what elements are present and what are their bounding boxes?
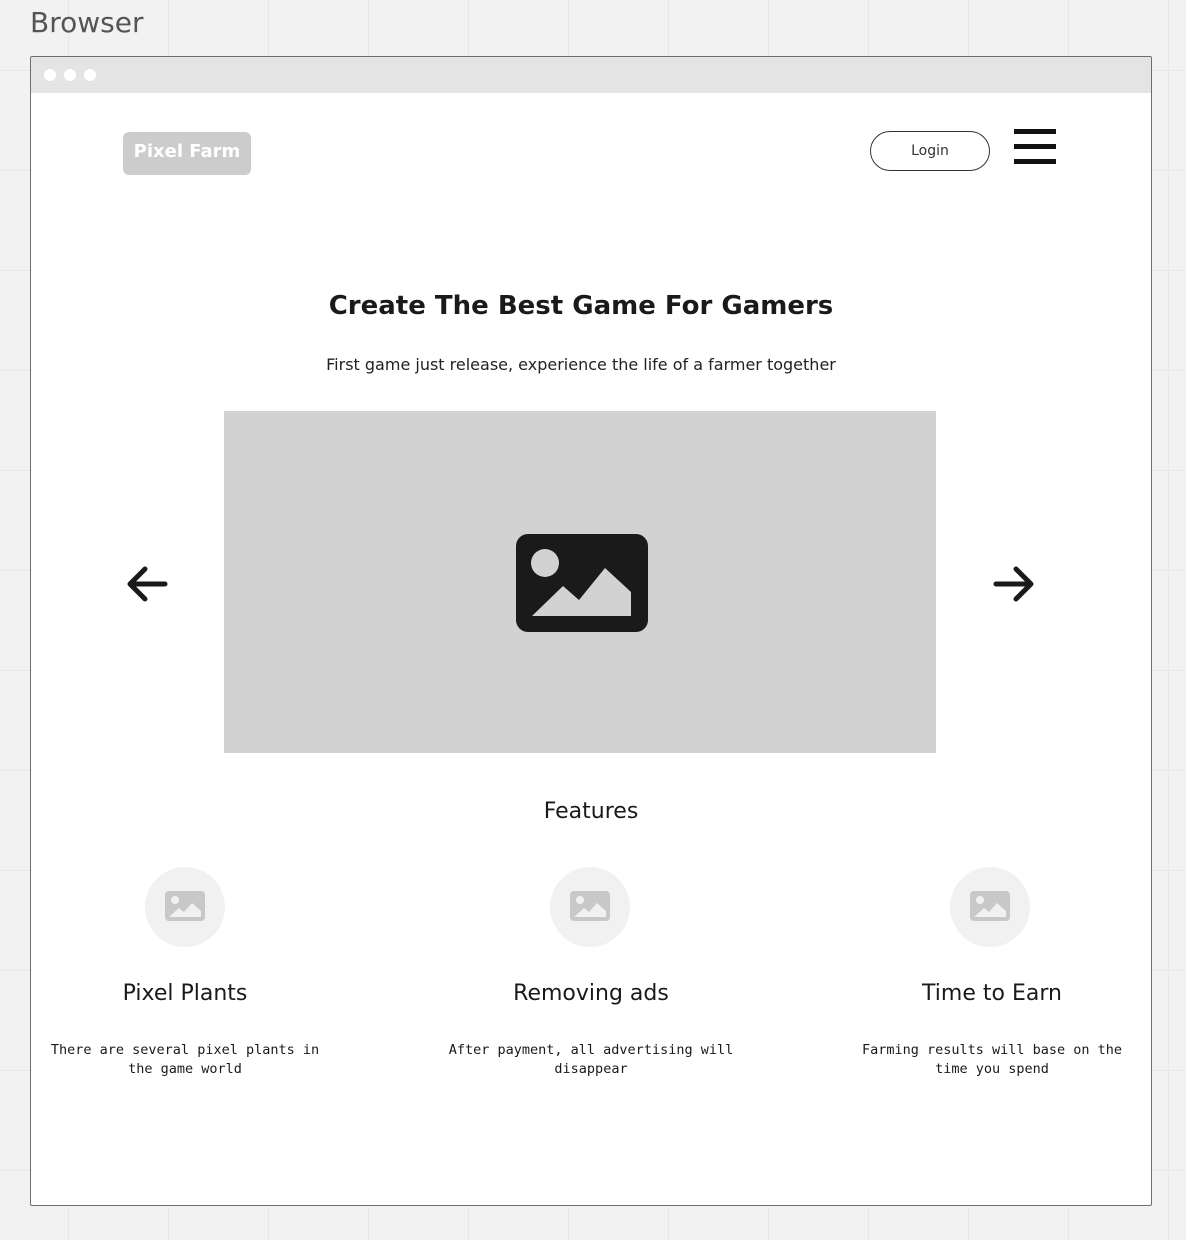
- window-dot-icon[interactable]: [44, 69, 56, 81]
- carousel-image[interactable]: [224, 411, 936, 753]
- feature-image-icon: [550, 867, 630, 947]
- arrow-left-icon[interactable]: [124, 561, 170, 607]
- hero-title: Create The Best Game For Gamers: [328, 291, 834, 321]
- hamburger-icon[interactable]: [1014, 127, 1056, 167]
- browser-window: Pixel Farm Login Create The Best Game Fo…: [30, 56, 1152, 1206]
- feature-description: After payment, all advertising will disa…: [448, 1042, 734, 1077]
- feature-description: There are several pixel plants in the ga…: [50, 1042, 320, 1077]
- browser-titlebar: [31, 57, 1151, 93]
- frame-title: Browser: [30, 6, 144, 39]
- image-placeholder-icon: [516, 534, 648, 632]
- window-dot-icon[interactable]: [64, 69, 76, 81]
- feature-image-icon: [950, 867, 1030, 947]
- logo[interactable]: Pixel Farm: [123, 132, 251, 175]
- features-heading: Features: [543, 799, 639, 824]
- feature-title: Pixel Plants: [122, 981, 248, 1006]
- hero-subtitle: First game just release, experience the …: [326, 355, 836, 374]
- window-dot-icon[interactable]: [84, 69, 96, 81]
- login-button[interactable]: Login: [870, 131, 990, 171]
- feature-description: Farming results will base on the time yo…: [861, 1042, 1123, 1077]
- feature-title: Time to Earn: [922, 981, 1062, 1006]
- feature-image-icon: [145, 867, 225, 947]
- arrow-right-icon[interactable]: [991, 561, 1037, 607]
- feature-title: Removing ads: [513, 981, 669, 1006]
